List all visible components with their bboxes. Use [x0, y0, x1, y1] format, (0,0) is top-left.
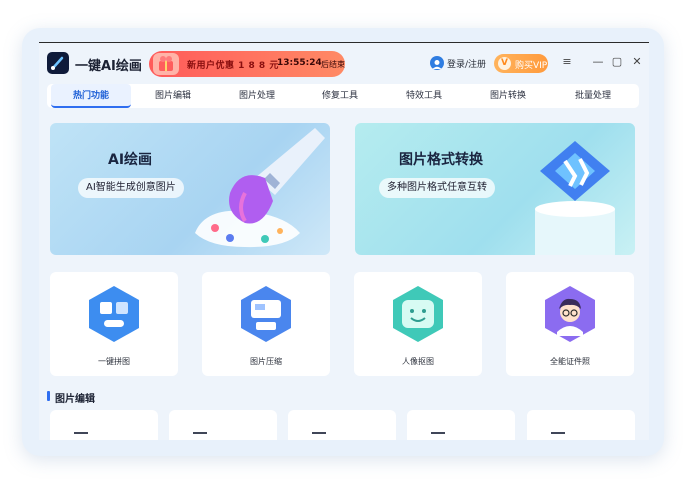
vip-icon: V: [498, 57, 511, 70]
feature-card-id-photo-label: 全能证件照: [550, 357, 590, 366]
tool-icon: [193, 432, 207, 440]
paintbrush-icon: [195, 128, 325, 248]
app-title: 一键AI绘画: [75, 59, 142, 74]
feature-card-compress[interactable]: 图片压缩: [202, 272, 330, 376]
tab-repair-tools[interactable]: 修复工具: [310, 84, 370, 108]
menu-icon[interactable]: ≡: [560, 55, 574, 69]
minimize-icon[interactable]: —: [591, 55, 605, 69]
tool-icon: [551, 432, 565, 440]
gift-icon: [153, 53, 179, 75]
feature-card-id-photo[interactable]: 全能证件照: [506, 272, 634, 376]
tool-card[interactable]: [407, 410, 515, 440]
tool-card[interactable]: [527, 410, 635, 440]
tool-card[interactable]: [169, 410, 277, 440]
tool-icon: [312, 432, 326, 440]
banner-ai-painting[interactable]: AI绘画 AI智能生成创意图片: [50, 123, 330, 255]
maximize-icon[interactable]: ▢: [610, 55, 624, 69]
portrait-cutout-icon: [393, 286, 443, 342]
banner-ai-painting-subtitle: AI智能生成创意图片: [78, 178, 184, 198]
tool-icon: [74, 432, 88, 440]
feature-card-collage-label: 一键拼图: [98, 357, 130, 366]
promo-banner[interactable]: 新用户优惠 1 8 8 元 13:55:24 后结束: [149, 51, 345, 77]
format-convert-icon: [535, 141, 615, 255]
promo-suffix: 后结束: [321, 60, 345, 69]
app-logo-icon: [47, 52, 69, 74]
login-link[interactable]: 登录/注册: [447, 57, 486, 70]
banner-format-convert-title: 图片格式转换: [399, 152, 483, 168]
compress-icon: [241, 286, 291, 342]
tab-image-process[interactable]: 图片处理: [227, 84, 287, 108]
tab-hot[interactable]: 热门功能: [51, 84, 131, 108]
tool-card[interactable]: [288, 410, 396, 440]
feature-card-compress-label: 图片压缩: [250, 357, 282, 366]
banner-format-convert[interactable]: 图片格式转换 多种图片格式任意互转: [355, 123, 635, 255]
title-bar: 一键AI绘画 新用户优惠 1 8 8 元 13:55:24 后结束 登录/注册: [39, 43, 649, 83]
feature-card-portrait-cutout[interactable]: 人像抠图: [354, 272, 482, 376]
close-icon[interactable]: ✕: [630, 55, 644, 69]
collage-icon: [89, 286, 139, 342]
id-photo-icon: [545, 286, 595, 342]
section-title: 图片编辑: [55, 394, 95, 405]
feature-card-portrait-cutout-label: 人像抠图: [402, 357, 434, 366]
promo-text: 新用户优惠 1 8 8 元: [187, 61, 279, 71]
tool-card[interactable]: [50, 410, 158, 440]
banner-format-convert-subtitle: 多种图片格式任意互转: [379, 178, 495, 198]
user-avatar-icon[interactable]: [430, 56, 444, 70]
section-accent-bar: [47, 391, 50, 401]
promo-countdown: 13:55:24: [277, 58, 322, 68]
tool-icon: [431, 432, 445, 440]
tab-batch-process[interactable]: 批量处理: [563, 84, 623, 108]
tab-image-edit[interactable]: 图片编辑: [143, 84, 203, 108]
app-window: 一键AI绘画 新用户优惠 1 8 8 元 13:55:24 后结束 登录/注册: [39, 42, 649, 440]
buy-vip-label: 购买VIP: [515, 61, 548, 71]
feature-card-collage[interactable]: 一键拼图: [50, 272, 178, 376]
tab-image-convert[interactable]: 图片转换: [478, 84, 538, 108]
tab-effect-tools[interactable]: 特效工具: [394, 84, 454, 108]
category-tabs: 热门功能 图片编辑 图片处理 修复工具 特效工具 图片转换 批量处理: [47, 84, 639, 108]
banner-ai-painting-title: AI绘画: [108, 152, 153, 168]
buy-vip-button[interactable]: V 购买VIP: [494, 54, 548, 73]
